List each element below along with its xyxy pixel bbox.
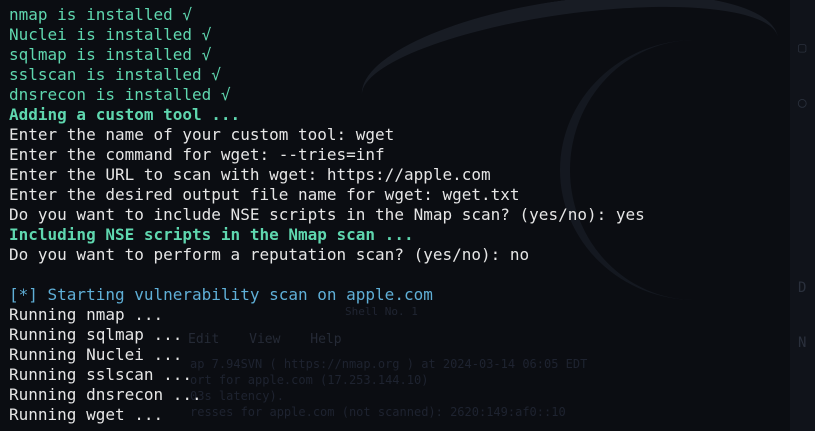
terminal-line-heading: Including NSE scripts in the Nmap scan .… [9,225,414,244]
terminal-line-heading: Adding a custom tool ... [9,105,241,124]
terminal-line-installed: sqlmap is installed √ [9,45,212,64]
side-panel: ▢ ◯ D N [790,0,815,431]
terminal-line-running: Running nmap ... [9,305,164,324]
terminal-line-prompt: Do you want to perform a reputation scan… [9,245,530,264]
side-panel-icon: D [798,280,807,296]
terminal-line-prompt: Enter the URL to scan with wget: https:/… [9,165,491,184]
terminal-line-prompt: Enter the name of your custom tool: wget [9,125,395,144]
side-panel-icon: N [798,335,807,351]
side-panel-icon: ◯ [798,95,807,111]
terminal-line-running: Running Nuclei ... [9,345,183,364]
side-panel-icon: ▢ [798,40,807,56]
terminal-line-installed: sslscan is installed √ [9,65,221,84]
terminal-line-running: Running sslscan ... [9,365,193,384]
terminal-line-prompt: Enter the desired output file name for w… [9,185,520,204]
terminal-line-installed: Nuclei is installed √ [9,25,212,44]
terminal-line-installed: nmap is installed √ [9,5,193,24]
terminal-line-installed: dnsrecon is installed √ [9,85,231,104]
terminal-line-running: Running wget ... [9,405,164,424]
terminal-output[interactable]: nmap is installed √ Nuclei is installed … [0,0,790,431]
terminal-line-running: Running sqlmap ... [9,325,183,344]
terminal-line-prompt: Do you want to include NSE scripts in th… [9,205,645,224]
terminal-line-info: [*] Starting vulnerability scan on apple… [9,285,433,304]
terminal-line-running: Running dnsrecon ... [9,385,202,404]
terminal-line-prompt: Enter the command for wget: --tries=inf [9,145,385,164]
